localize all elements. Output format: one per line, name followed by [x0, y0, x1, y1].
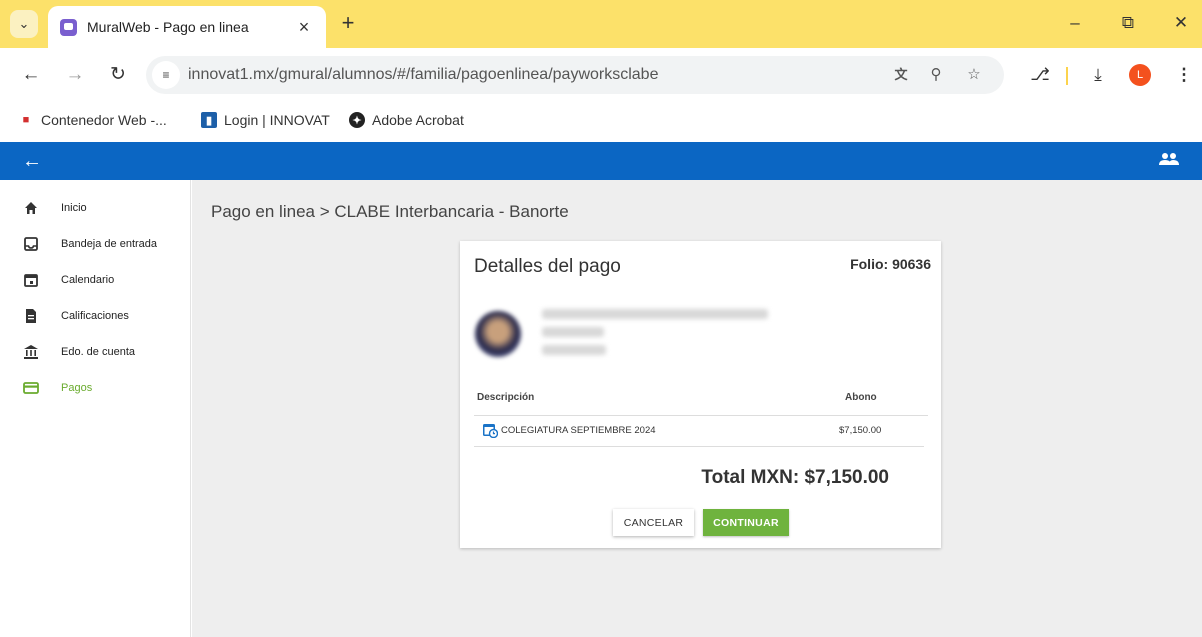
- browser-tab[interactable]: MuralWeb - Pago en linea ×: [48, 6, 326, 48]
- breadcrumb: Pago en linea > CLABE Interbancaria - Ba…: [211, 202, 569, 221]
- tab-search-button[interactable]: ⌄: [10, 10, 38, 38]
- tab-close-icon[interactable]: ×: [294, 17, 314, 38]
- reload-button[interactable]: ↻: [105, 62, 131, 88]
- inbox-icon: [24, 237, 38, 251]
- sidebar-item-pagos[interactable]: Pagos: [0, 375, 190, 401]
- credit-card-icon: [23, 382, 39, 394]
- sidebar-item-bandeja[interactable]: Bandeja de entrada: [0, 231, 190, 257]
- home-icon: [25, 202, 37, 214]
- back-button[interactable]: ←: [18, 62, 44, 88]
- new-tab-button[interactable]: +: [336, 12, 360, 34]
- column-header-description: Descripción: [477, 392, 535, 403]
- menu-icon[interactable]: ⋮: [1172, 63, 1196, 87]
- zoom-icon[interactable]: ⚲: [926, 65, 946, 85]
- extensions-icon[interactable]: ⎇: [1028, 63, 1052, 87]
- student-avatar: [475, 311, 521, 357]
- browser-toolbar: ← → ↻ ≡ innovat1.mx/gmural/alumnos/#/fam…: [0, 48, 1202, 102]
- student-name-redacted: [542, 309, 768, 319]
- row-amount: $7,150.00: [839, 425, 882, 436]
- sidebar-item-label: Inicio: [61, 202, 87, 214]
- bookmarks-bar: ■ Contenedor Web -... ▮ Login | INNOVAT …: [0, 102, 1202, 142]
- continue-button[interactable]: CONTINUAR: [703, 509, 789, 536]
- muralweb-favicon-icon: [60, 18, 77, 36]
- student-group-redacted: [542, 345, 606, 355]
- main-content: Pago en linea > CLABE Interbancaria - Ba…: [192, 180, 1202, 637]
- document-icon: [26, 309, 36, 323]
- profile-avatar[interactable]: L: [1129, 64, 1151, 86]
- sidebar-item-label: Edo. de cuenta: [61, 346, 136, 358]
- bookmark-star-icon[interactable]: ☆: [964, 65, 984, 85]
- student-level-redacted: [542, 327, 604, 337]
- sidebar-item-label: Calendario: [61, 274, 115, 286]
- bookmark-adobe-acrobat[interactable]: ✦ Adobe Acrobat: [349, 112, 464, 128]
- app-header: ←: [0, 142, 1202, 180]
- card-title: Detalles del pago: [474, 256, 621, 277]
- table-header-divider: [474, 415, 928, 416]
- restore-button[interactable]: ⧉: [1114, 10, 1142, 36]
- bookmark-label: Login | INNOVAT: [224, 112, 330, 128]
- sidebar-item-edo-cuenta[interactable]: Edo. de cuenta: [0, 339, 190, 365]
- table-row-divider: [474, 446, 924, 447]
- innovat-favicon-icon: ▮: [201, 112, 217, 128]
- sidebar: Inicio Bandeja de entrada Calendario Cal…: [0, 180, 191, 637]
- site-info-icon[interactable]: ≡: [152, 61, 180, 89]
- sidebar-item-label: Pagos: [61, 382, 93, 394]
- total-amount: Total MXN: $7,150.00: [701, 467, 889, 488]
- download-icon[interactable]: ⤓: [1086, 63, 1110, 87]
- app-back-icon[interactable]: ←: [20, 149, 44, 173]
- sidebar-item-calendario[interactable]: Calendario: [0, 267, 190, 293]
- cancel-button[interactable]: CANCELAR: [613, 509, 694, 536]
- people-icon[interactable]: [1158, 150, 1180, 170]
- sidebar-item-label: Calificaciones: [61, 310, 129, 322]
- sidebar-item-inicio[interactable]: Inicio: [0, 195, 190, 221]
- calendar-clock-icon: [483, 424, 498, 438]
- row-description: COLEGIATURA SEPTIEMBRE 2024: [501, 425, 656, 436]
- folio-label: Folio: 90636: [850, 256, 931, 272]
- sidebar-item-calificaciones[interactable]: Calificaciones: [0, 303, 190, 329]
- bookmark-label: Adobe Acrobat: [372, 112, 464, 128]
- bookmark-innovat[interactable]: ▮ Login | INNOVAT: [201, 112, 330, 128]
- translate-icon[interactable]: 文: [891, 65, 911, 85]
- close-window-button[interactable]: ✕: [1167, 10, 1195, 36]
- tab-title: MuralWeb - Pago en linea: [87, 19, 249, 35]
- toolbar-divider: [1066, 67, 1068, 85]
- minimize-button[interactable]: –: [1061, 10, 1089, 36]
- contenedor-favicon-icon: ■: [22, 114, 30, 126]
- bookmark-label: Contenedor Web -...: [41, 112, 167, 128]
- bank-icon: [24, 345, 38, 359]
- forward-button[interactable]: →: [62, 62, 88, 88]
- sidebar-item-label: Bandeja de entrada: [61, 238, 158, 250]
- browser-tab-strip: ⌄ MuralWeb - Pago en linea × + – ⧉ ✕: [0, 0, 1202, 48]
- bookmark-contenedor[interactable]: ■ Contenedor Web -...: [18, 112, 167, 128]
- address-bar[interactable]: ≡ innovat1.mx/gmural/alumnos/#/familia/p…: [146, 56, 1004, 94]
- calendar-icon: [24, 274, 38, 287]
- column-header-amount: Abono: [845, 392, 877, 403]
- globe-icon: ✦: [349, 112, 365, 128]
- payment-details-card: Detalles del pago Folio: 90636 Descripci…: [460, 241, 941, 548]
- url-text[interactable]: innovat1.mx/gmural/alumnos/#/familia/pag…: [188, 66, 658, 84]
